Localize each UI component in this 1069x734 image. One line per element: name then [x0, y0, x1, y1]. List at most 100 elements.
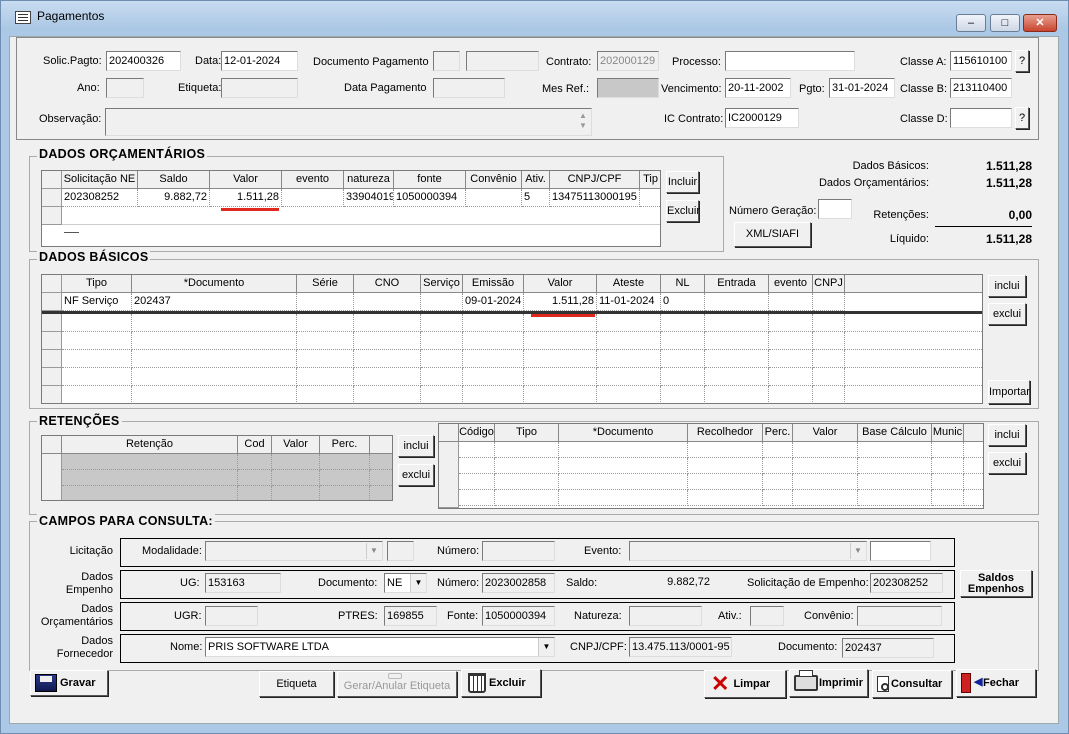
table-cell[interactable] [769, 350, 813, 368]
ret-left-inclui-button[interactable]: inclui [398, 435, 434, 457]
ret-right-col-6[interactable]: Base Cálculo [858, 424, 932, 442]
table-cell[interactable] [705, 293, 769, 311]
table-cell[interactable] [62, 470, 238, 486]
consultar-button[interactable]: Consultar [872, 670, 952, 698]
table-cell[interactable] [495, 474, 559, 490]
table-cell[interactable] [320, 486, 370, 500]
table-cell[interactable] [238, 454, 272, 470]
table-cell[interactable]: NF Serviço [62, 293, 132, 311]
emp-numero-input[interactable]: 2023002858 [482, 573, 555, 593]
orc-col-4[interactable]: natureza [344, 171, 394, 189]
classe-b-input[interactable]: 213110400 [950, 78, 1012, 98]
table-cell[interactable] [320, 454, 370, 470]
minimize-button[interactable]: – [956, 14, 986, 32]
table-cell[interactable] [282, 189, 344, 207]
table-cell[interactable] [463, 368, 524, 386]
table-cell[interactable] [661, 314, 705, 332]
table-cell[interactable] [354, 350, 421, 368]
contrato-input[interactable]: 202000129 [597, 51, 659, 71]
table-cell[interactable] [466, 189, 522, 207]
ret-right-col-0[interactable]: Código [459, 424, 495, 442]
bas-col-7[interactable]: Ateste [597, 275, 661, 293]
table-cell[interactable] [495, 442, 559, 458]
table-cell[interactable] [845, 368, 982, 386]
obs-textarea[interactable]: ▲ ▼ [105, 108, 592, 136]
table-cell[interactable] [858, 458, 932, 474]
classe-d-help-button[interactable]: ? [1015, 107, 1029, 129]
data-input[interactable]: 12-01-2024 [221, 51, 298, 71]
table-cell[interactable] [463, 332, 524, 350]
ret-left-col-3[interactable]: Perc. [320, 436, 370, 454]
table-cell[interactable] [793, 442, 858, 458]
table-cell[interactable] [62, 314, 132, 332]
table-cell[interactable]: 11-01-2024 [597, 293, 661, 311]
table-cell[interactable] [354, 386, 421, 403]
table-cell[interactable] [463, 314, 524, 332]
orc-col-9[interactable]: Tip [640, 171, 660, 189]
table-cell[interactable] [813, 293, 845, 311]
orc-incluir-button[interactable]: Incluir [666, 171, 699, 193]
table-cell[interactable] [705, 350, 769, 368]
bas-col-4[interactable]: Serviço [421, 275, 463, 293]
table-cell[interactable] [354, 293, 421, 311]
table-cell[interactable] [370, 454, 392, 470]
table-cell[interactable] [793, 458, 858, 474]
table-cell[interactable] [132, 386, 297, 403]
ret-right-inclui-button[interactable]: inclui [988, 424, 1026, 446]
maximize-button[interactable]: □ [990, 14, 1020, 32]
table-cell[interactable] [964, 474, 983, 490]
table-cell[interactable] [688, 442, 763, 458]
ativ-input[interactable] [750, 606, 784, 626]
chevron-down-icon[interactable]: ▼ [850, 543, 865, 559]
xml-siafi-button[interactable]: XML/SIAFI [734, 222, 811, 247]
ret-right-col-1[interactable]: Tipo [495, 424, 559, 442]
table-cell[interactable] [421, 368, 463, 386]
table-cell[interactable] [597, 350, 661, 368]
ret-left-col-1[interactable]: Cod [238, 436, 272, 454]
ret-right-col-7[interactable]: Munic [932, 424, 964, 442]
table-cell[interactable] [845, 314, 982, 332]
table-cell[interactable] [524, 350, 597, 368]
ret-right-col-2[interactable]: *Documento [559, 424, 688, 442]
bas-col-3[interactable]: CNO [354, 275, 421, 293]
ret-left-grid[interactable]: Retenção Cod Valor Perc. [41, 435, 393, 501]
table-cell[interactable] [370, 486, 392, 500]
nome-select[interactable]: PRIS SOFTWARE LTDA [205, 637, 555, 657]
table-cell[interactable] [463, 350, 524, 368]
table-cell[interactable] [62, 350, 132, 368]
ret-left-col-2[interactable]: Valor [272, 436, 320, 454]
table-cell[interactable] [597, 332, 661, 350]
table-cell[interactable] [495, 458, 559, 474]
table-cell[interactable] [559, 458, 688, 474]
table-cell[interactable] [62, 454, 238, 470]
orc-col-1[interactable]: Saldo [138, 171, 210, 189]
table-cell[interactable] [272, 470, 320, 486]
table-cell[interactable] [421, 386, 463, 403]
table-cell[interactable] [763, 458, 793, 474]
processo-input[interactable] [725, 51, 855, 71]
table-cell[interactable] [524, 332, 597, 350]
table-cell[interactable] [688, 490, 763, 506]
chevron-down-icon[interactable]: ▼ [366, 543, 381, 559]
imprimir-button[interactable]: Imprimir [789, 669, 868, 697]
bas-col-10[interactable]: evento [769, 275, 813, 293]
evento-select[interactable]: ▼ [629, 541, 867, 561]
orc-col-2[interactable]: Valor [210, 171, 282, 189]
bas-col-6[interactable]: Valor [524, 275, 597, 293]
basicos-grid[interactable]: Tipo *Documento Série CNO Serviço Emissã… [41, 274, 983, 404]
table-cell[interactable] [62, 332, 132, 350]
table-cell[interactable] [769, 332, 813, 350]
table-cell[interactable] [62, 486, 238, 500]
fonte-input[interactable]: 1050000394 [482, 606, 555, 626]
table-cell[interactable] [495, 490, 559, 506]
table-cell[interactable] [688, 458, 763, 474]
table-cell[interactable] [661, 350, 705, 368]
fechar-button[interactable]: ◀ Fechar [956, 669, 1036, 697]
ic-input[interactable]: IC2000129 [725, 108, 799, 128]
bas-col-9[interactable]: Entrada [705, 275, 769, 293]
table-cell[interactable]: 33904019 [344, 189, 394, 207]
table-cell[interactable] [238, 486, 272, 500]
table-cell[interactable] [769, 386, 813, 403]
ptres-input[interactable]: 169855 [384, 606, 437, 626]
table-cell[interactable]: 0 [661, 293, 705, 311]
